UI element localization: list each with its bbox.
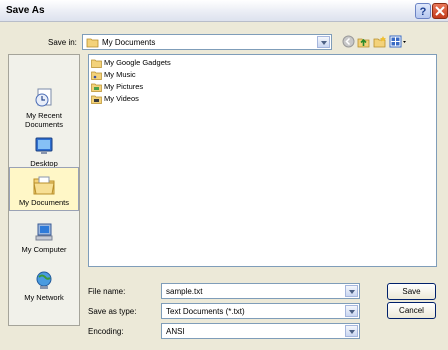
list-item[interactable]: My Google Gadgets bbox=[91, 57, 171, 69]
window-title: Save As bbox=[6, 5, 45, 16]
list-item[interactable]: My Pictures bbox=[91, 81, 143, 93]
chevron-down-icon[interactable] bbox=[345, 305, 358, 317]
my-computer-icon bbox=[35, 223, 53, 241]
encoding-dropdown[interactable]: ANSI bbox=[161, 323, 360, 339]
views-menu-icon[interactable] bbox=[389, 35, 407, 48]
cancel-button[interactable]: Cancel bbox=[387, 302, 436, 319]
save-in-dropdown[interactable]: My Documents bbox=[82, 34, 332, 50]
file-list[interactable]: My Google Gadgets My Music My Pictures M… bbox=[88, 54, 437, 267]
place-desktop[interactable]: Desktop bbox=[9, 135, 79, 168]
place-my-documents[interactable]: My Documents bbox=[9, 167, 79, 211]
save-as-type-value: Text Documents (*.txt) bbox=[166, 307, 245, 316]
title-bar[interactable]: Save As ? bbox=[0, 0, 448, 22]
back-icon[interactable] bbox=[342, 35, 355, 48]
place-my-computer[interactable]: My Computer bbox=[9, 221, 79, 254]
close-icon bbox=[435, 6, 445, 16]
file-name: My Music bbox=[104, 70, 136, 79]
help-button[interactable]: ? bbox=[415, 3, 431, 19]
file-name-input[interactable]: sample.txt bbox=[161, 283, 360, 299]
list-item[interactable]: My Music bbox=[91, 69, 136, 81]
save-as-dialog: Save As ? Save in: My Documents My Recen… bbox=[0, 0, 448, 350]
save-as-type-dropdown[interactable]: Text Documents (*.txt) bbox=[161, 303, 360, 319]
list-item[interactable]: My Videos bbox=[91, 93, 139, 105]
file-name: My Pictures bbox=[104, 82, 144, 91]
file-name-value: sample.txt bbox=[166, 287, 203, 296]
save-in-label: Save in: bbox=[48, 38, 77, 47]
desktop-icon bbox=[35, 137, 53, 154]
file-name: My Google Gadgets bbox=[104, 58, 171, 67]
videos-folder-icon bbox=[91, 95, 102, 104]
file-name: My Videos bbox=[104, 94, 139, 103]
place-label: My Recent Documents bbox=[25, 111, 63, 129]
save-in-value: My Documents bbox=[102, 38, 156, 47]
my-network-icon bbox=[36, 271, 52, 289]
up-folder-icon[interactable] bbox=[357, 35, 370, 48]
save-as-type-label: Save as type: bbox=[88, 307, 137, 316]
close-button[interactable] bbox=[432, 3, 448, 19]
file-name-label: File name: bbox=[88, 287, 126, 296]
place-label: My Documents bbox=[18, 198, 69, 207]
my-documents-icon bbox=[33, 176, 55, 195]
place-my-recent-documents[interactable]: My Recent Documents bbox=[9, 87, 79, 129]
save-button[interactable]: Save bbox=[387, 283, 436, 300]
places-bar: My Recent Documents Desktop My Documents bbox=[8, 54, 80, 326]
place-label: My Network bbox=[24, 293, 64, 302]
recent-documents-icon bbox=[35, 88, 52, 107]
music-folder-icon bbox=[91, 71, 102, 80]
chevron-down-icon[interactable] bbox=[317, 36, 330, 48]
encoding-value: ANSI bbox=[166, 327, 185, 336]
place-my-network[interactable]: My Network bbox=[9, 269, 79, 302]
place-label: My Computer bbox=[21, 245, 67, 254]
chevron-down-icon[interactable] bbox=[345, 285, 358, 297]
chevron-down-icon[interactable] bbox=[345, 325, 358, 337]
pictures-folder-icon bbox=[91, 83, 102, 92]
folder-icon bbox=[91, 59, 102, 68]
new-folder-icon[interactable] bbox=[373, 35, 386, 48]
encoding-label: Encoding: bbox=[88, 327, 124, 336]
folder-icon bbox=[86, 38, 99, 48]
